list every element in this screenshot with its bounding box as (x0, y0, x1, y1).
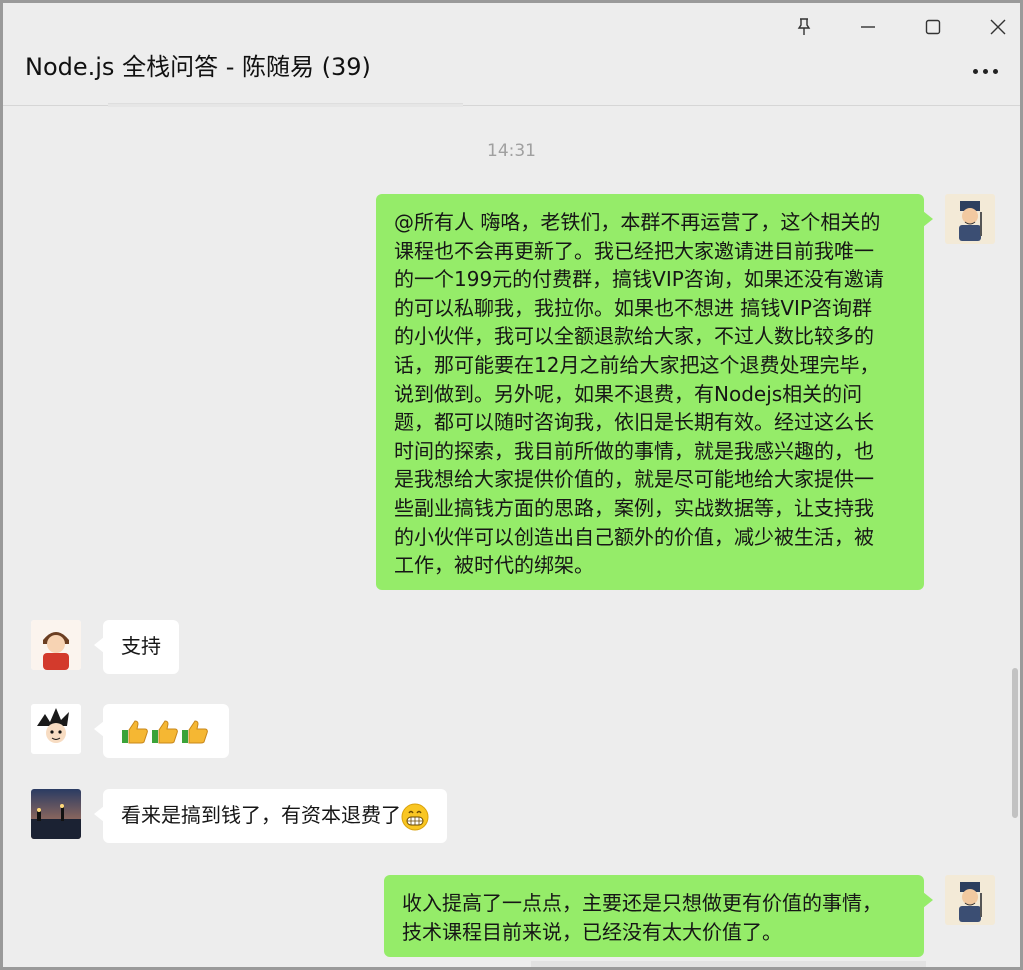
message-line: @所有人 嗨咯，老铁们，本群不再运营了，这个相关的 (394, 210, 881, 234)
next-message-edge (531, 961, 926, 967)
pin-icon[interactable] (787, 13, 821, 41)
message-line: 收入提高了一点点，主要还是只想做更有价值的事情， (402, 891, 882, 915)
message-line: 的一个199元的付费群，搞钱VIP咨询，如果还没有邀请 (394, 267, 884, 292)
close-icon[interactable] (981, 13, 1015, 41)
avatar-night-city[interactable] (31, 789, 81, 839)
title-bar: Node.js 全栈问答 - 陈随易 (39) (3, 3, 1020, 106)
message-line: 工作，被时代的绑架。 (394, 553, 594, 578)
avatar-red-jacket[interactable] (31, 620, 81, 670)
message-line: 技术课程目前来说，已经没有太大价值了。 (402, 919, 782, 944)
message-content: 看来是搞到钱了，有资本退费了 (121, 801, 429, 831)
message-timestamp: 14:31 (487, 141, 536, 161)
message-line: 些副业搞钱方面的思路，案例，实战数据等，让支持我 (394, 495, 874, 520)
avatar-goku[interactable] (31, 704, 81, 754)
message-line: 的小伙伴，我可以全额退款给大家，不过人数比较多的 (394, 324, 874, 349)
maximize-icon[interactable] (916, 13, 950, 41)
avatar-swordsman[interactable] (945, 194, 995, 244)
message-line: 时间的探索，我目前所做的事情，就是我感兴趣的，也 (394, 438, 874, 463)
chat-window: Node.js 全栈问答 - 陈随易 (39) 14:31 @所有人 嗨咯，老铁… (0, 0, 1023, 970)
message-bubble-self[interactable]: @所有人 嗨咯，老铁们，本群不再运营了，这个相关的 课程也不会再更新了。我已经把… (376, 194, 933, 590)
minimize-icon[interactable] (851, 13, 885, 41)
message-bubble-self[interactable]: 收入提高了一点点，主要还是只想做更有价值的事情， 技术课程目前来说，已经没有太大… (384, 875, 933, 957)
message-line: 是我想给大家提供价值的，就是尽可能地给大家提供一 (394, 467, 874, 492)
message-bubble-other[interactable]: 支持 (94, 620, 179, 674)
avatar-swordsman[interactable] (945, 875, 995, 925)
message-text: 看来是搞到钱了，有资本退费了 (121, 803, 401, 827)
thumbs-up-emoji (151, 719, 179, 745)
message-line: 题，都可以随时咨询我，依旧是长期有效。经过这么长 (394, 410, 874, 435)
message-bubble-other[interactable]: 看来是搞到钱了，有资本退费了 (94, 789, 447, 843)
message-list[interactable]: 14:31 @所有人 嗨咯，老铁们，本群不再运营了，这个相关的 课程也不会再更新… (3, 107, 1020, 967)
scrollbar[interactable] (1012, 668, 1018, 818)
message-line: 话，那可能要在12月之前给大家把这个退费处理完毕， (394, 352, 880, 377)
message-line: 的小伙伴可以创造出自己额外的价值，减少被生活，被 (394, 524, 874, 549)
chat-title: Node.js 全栈问答 - 陈随易 (39) (25, 53, 371, 81)
grin-emoji (401, 803, 429, 831)
message-line: 课程也不会再更新了。我已经把大家邀请进目前我唯一 (394, 238, 874, 263)
message-line: 说到做到。另外呢，如果不退费，有Nodejs相关的问 (394, 381, 863, 406)
thumbs-up-emoji (181, 719, 209, 745)
message-line: 的可以私聊我，我拉你。如果也不想进 搞钱VIP咨询群 (394, 295, 872, 320)
message-text: 支持 (121, 634, 161, 658)
more-icon[interactable] (970, 65, 1000, 77)
thumbs-up-emoji (121, 719, 149, 745)
message-bubble-other[interactable] (94, 704, 229, 758)
